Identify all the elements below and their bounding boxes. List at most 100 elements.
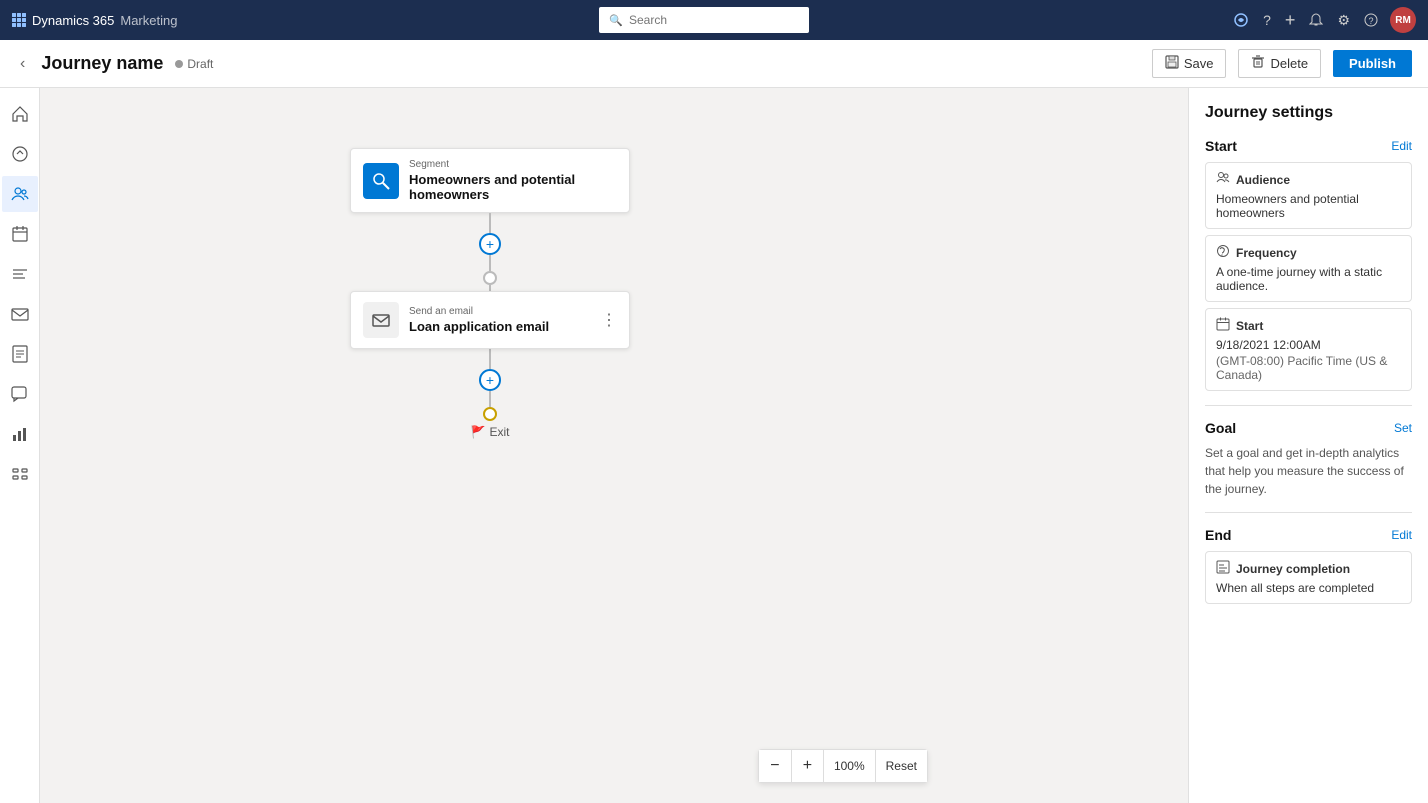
sidebar-item-settings[interactable] xyxy=(2,456,38,492)
segment-node-type: Segment xyxy=(409,159,617,170)
end-section-header: End Edit xyxy=(1205,527,1412,543)
goal-section-title: Goal xyxy=(1205,420,1236,436)
audience-card-label: Audience xyxy=(1236,173,1290,187)
segment-node-icon xyxy=(363,163,399,199)
user-avatar[interactable]: RM xyxy=(1390,7,1416,33)
frequency-card-value: A one-time journey with a static audienc… xyxy=(1216,265,1401,293)
completion-card-row: Journey completion xyxy=(1216,560,1401,577)
add-icon[interactable]: + xyxy=(1283,8,1298,33)
exit-flag-icon: 🚩 xyxy=(471,425,486,439)
end-edit-button[interactable]: Edit xyxy=(1391,528,1412,542)
save-icon xyxy=(1165,55,1179,72)
email-node-content: Send an email Loan application email xyxy=(409,306,591,334)
start-section-header: Start Edit xyxy=(1205,138,1412,154)
copilot-icon[interactable] xyxy=(1231,10,1251,30)
save-button[interactable]: Save xyxy=(1152,49,1227,78)
sidebar-item-chat[interactable] xyxy=(2,376,38,412)
segment-node-content: Segment Homeowners and potential homeown… xyxy=(409,159,617,202)
right-panel: Journey settings Start Edit Audience Hom… xyxy=(1188,88,1428,803)
topbar: Dynamics 365 Marketing 🔍 ? + ⚙ xyxy=(0,0,1428,40)
main-layout: Segment Homeowners and potential homeown… xyxy=(0,88,1428,803)
start-section-title: Start xyxy=(1205,138,1237,154)
journey-canvas[interactable]: Segment Homeowners and potential homeown… xyxy=(40,88,1188,803)
add-node-button-1[interactable]: + xyxy=(479,233,501,255)
status-text: Draft xyxy=(187,57,213,71)
delete-button[interactable]: Delete xyxy=(1238,49,1321,78)
help-question-icon[interactable]: ? xyxy=(1362,11,1380,29)
zoom-controls: − + 100% Reset xyxy=(758,749,928,783)
start-time-card-row: Start xyxy=(1216,317,1401,334)
audience-card: Audience Homeowners and potential homeow… xyxy=(1205,162,1412,229)
audience-card-value: Homeowners and potential homeowners xyxy=(1216,192,1401,220)
divider-2 xyxy=(1205,512,1412,513)
save-label: Save xyxy=(1184,56,1214,71)
divider-1 xyxy=(1205,405,1412,406)
zoom-reset-button[interactable]: Reset xyxy=(876,750,927,782)
svg-text:?: ? xyxy=(1368,16,1373,26)
zoom-in-button[interactable]: + xyxy=(791,750,823,782)
connector-1 xyxy=(489,213,491,233)
app-logo[interactable]: Dynamics 365 Marketing xyxy=(12,13,177,28)
help-icon[interactable]: ? xyxy=(1261,10,1273,30)
connector-4 xyxy=(489,349,491,369)
audience-icon xyxy=(1216,171,1230,188)
start-timezone-value: (GMT-08:00) Pacific Time (US & Canada) xyxy=(1216,354,1401,382)
frequency-card-row: Frequency xyxy=(1216,244,1401,261)
exit-label: 🚩 Exit xyxy=(471,425,510,439)
journey-nodes: Segment Homeowners and potential homeown… xyxy=(40,88,1188,803)
back-button[interactable]: ‹ xyxy=(16,51,29,77)
zoom-level: 100% xyxy=(823,750,876,782)
sidebar-item-home[interactable] xyxy=(2,96,38,132)
frequency-card-label: Frequency xyxy=(1236,246,1297,260)
start-edit-button[interactable]: Edit xyxy=(1391,139,1412,153)
completion-card: Journey completion When all steps are co… xyxy=(1205,551,1412,604)
segment-node-wrapper: Segment Homeowners and potential homeown… xyxy=(350,148,630,439)
goal-section-header: Goal Set xyxy=(1205,420,1412,436)
email-node-icon xyxy=(363,302,399,338)
app-name: Dynamics 365 xyxy=(32,13,114,28)
email-node[interactable]: Send an email Loan application email ⋮ xyxy=(350,291,630,349)
connector-2 xyxy=(489,255,491,271)
page-title: Journey name xyxy=(41,53,163,74)
connector-circle-2 xyxy=(483,407,497,421)
sidebar-item-segments[interactable] xyxy=(2,256,38,292)
segment-node[interactable]: Segment Homeowners and potential homeown… xyxy=(350,148,630,213)
draft-dot xyxy=(175,60,183,68)
frequency-card: Frequency A one-time journey with a stat… xyxy=(1205,235,1412,302)
sidebar-item-journeys[interactable] xyxy=(2,136,38,172)
completion-icon xyxy=(1216,560,1230,577)
delete-icon xyxy=(1251,55,1265,72)
settings-icon[interactable]: ⚙ xyxy=(1335,10,1352,31)
left-sidebar xyxy=(0,88,40,803)
delete-label: Delete xyxy=(1270,56,1308,71)
email-node-menu[interactable]: ⋮ xyxy=(601,310,617,330)
status-badge: Draft xyxy=(175,57,213,71)
start-time-icon xyxy=(1216,317,1230,334)
search-input[interactable] xyxy=(629,13,799,27)
sidebar-item-content[interactable] xyxy=(2,336,38,372)
add-node-button-2[interactable]: + xyxy=(479,369,501,391)
sidebar-item-events[interactable] xyxy=(2,216,38,252)
topbar-actions: ? + ⚙ ? RM xyxy=(1231,7,1416,33)
sidebar-item-email[interactable] xyxy=(2,296,38,332)
segment-node-name: Homeowners and potential homeowners xyxy=(409,172,617,202)
connector-5 xyxy=(489,391,491,407)
completion-card-value: When all steps are completed xyxy=(1216,581,1401,595)
start-time-card-label: Start xyxy=(1236,319,1263,333)
grid-icon xyxy=(12,13,26,27)
module-name: Marketing xyxy=(120,13,177,28)
exit-node: 🚩 Exit xyxy=(471,425,510,439)
connector-circle-1 xyxy=(483,271,497,285)
publish-button[interactable]: Publish xyxy=(1333,50,1412,77)
notification-icon[interactable] xyxy=(1307,11,1325,29)
goal-description: Set a goal and get in-depth analytics th… xyxy=(1205,444,1412,498)
zoom-out-button[interactable]: − xyxy=(759,750,791,782)
search-icon: 🔍 xyxy=(609,14,623,27)
search-box[interactable]: 🔍 xyxy=(599,7,809,33)
email-node-type: Send an email xyxy=(409,306,591,317)
audience-card-row: Audience xyxy=(1216,171,1401,188)
sidebar-item-analytics[interactable] xyxy=(2,416,38,452)
start-time-value: 9/18/2021 12:00AM xyxy=(1216,338,1401,352)
sidebar-item-customers[interactable] xyxy=(2,176,38,212)
goal-set-button[interactable]: Set xyxy=(1394,421,1412,435)
